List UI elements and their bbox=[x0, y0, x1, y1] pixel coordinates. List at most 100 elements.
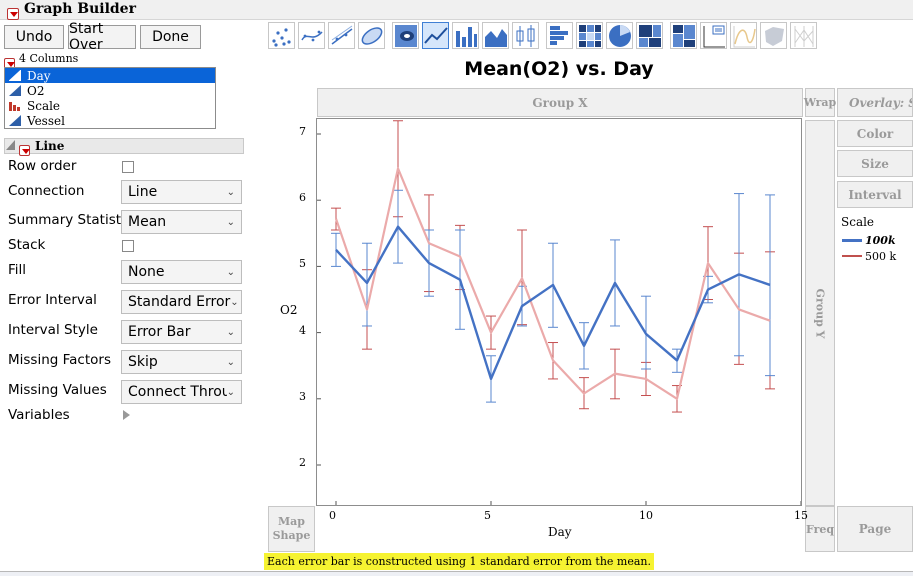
chevron-down-icon: ⌄ bbox=[226, 356, 235, 368]
bar-icon-glyph bbox=[456, 27, 477, 47]
variables-label: Variables bbox=[8, 407, 70, 423]
box-plot-icon-glyph bbox=[516, 25, 535, 47]
x-tick-label: 0 bbox=[329, 509, 336, 522]
x-tick-label: 10 bbox=[639, 509, 653, 522]
formula-icon[interactable] bbox=[730, 22, 757, 49]
map-shape-zone[interactable]: Map Shape bbox=[268, 506, 315, 552]
nominal-icon bbox=[9, 102, 20, 111]
chevron-down-icon: ⌄ bbox=[226, 266, 235, 278]
heatmap-icon-glyph bbox=[579, 25, 601, 47]
error-interval-select[interactable]: Standard Error ⌄ bbox=[121, 290, 242, 314]
column-item-day[interactable]: Day bbox=[5, 68, 215, 83]
page-zone[interactable]: Page bbox=[837, 506, 913, 552]
y-tick-label: 5 bbox=[299, 257, 306, 271]
variables-disclosure-icon[interactable] bbox=[123, 410, 130, 420]
column-item-vessel[interactable]: Vessel bbox=[5, 113, 215, 128]
missing-values-select[interactable]: Connect Through⌄ bbox=[121, 380, 242, 404]
title-bar: Graph Builder bbox=[0, 0, 913, 20]
chart-title: Mean(O2) vs. Day bbox=[464, 58, 654, 80]
footnote: Each error bar is constructed using 1 st… bbox=[264, 553, 654, 570]
missing-factors-select[interactable]: Skip ⌄ bbox=[121, 350, 242, 374]
fill-label: Fill bbox=[8, 262, 27, 278]
chevron-down-icon: ⌄ bbox=[226, 186, 235, 198]
points-icon[interactable] bbox=[268, 22, 295, 49]
legend-item-100k[interactable]: 100k bbox=[842, 233, 912, 247]
treemap-icon-glyph bbox=[639, 25, 661, 47]
pie-icon[interactable] bbox=[606, 22, 633, 49]
chevron-down-icon: ⌄ bbox=[230, 296, 239, 308]
continuous-icon bbox=[9, 85, 21, 96]
legend-swatch bbox=[842, 255, 862, 257]
parallel-icon-glyph bbox=[794, 26, 814, 47]
start-over-button[interactable]: Start Over bbox=[68, 21, 136, 53]
heatmap-icon[interactable] bbox=[576, 22, 603, 49]
plot-svg bbox=[317, 120, 801, 505]
done-button[interactable]: Done bbox=[140, 25, 201, 49]
fill-select[interactable]: None ⌄ bbox=[121, 260, 242, 284]
legend-item-500k[interactable]: 500 k bbox=[842, 249, 912, 263]
histogram-icon[interactable] bbox=[546, 22, 573, 49]
connection-select[interactable]: Line ⌄ bbox=[121, 180, 242, 204]
line-of-fit-icon[interactable] bbox=[328, 22, 355, 49]
line-of-fit-icon-glyph bbox=[331, 25, 353, 45]
x-tick-label: 15 bbox=[794, 509, 808, 522]
window-title: Graph Builder bbox=[24, 1, 136, 17]
column-item-scale[interactable]: Scale bbox=[5, 98, 215, 113]
overlay-zone[interactable]: Overlay: Scale bbox=[837, 88, 913, 117]
plot-area[interactable] bbox=[316, 118, 802, 506]
y-tick-label: 2 bbox=[299, 456, 306, 469]
bar-icon[interactable] bbox=[452, 22, 479, 49]
row-order-checkbox[interactable] bbox=[122, 161, 134, 173]
line-menu-icon[interactable] bbox=[19, 145, 30, 156]
caption-box-icon[interactable] bbox=[700, 22, 727, 49]
ellipse-icon-glyph bbox=[361, 27, 383, 45]
y-tick-label: 6 bbox=[299, 191, 306, 205]
y-axis: 2 3 4 5 6 7 bbox=[294, 118, 314, 506]
treemap-icon[interactable] bbox=[636, 22, 663, 49]
connection-label: Connection bbox=[8, 183, 85, 199]
continuous-icon bbox=[9, 115, 21, 126]
contour-icon[interactable] bbox=[392, 22, 419, 49]
summary-statistic-select[interactable]: Mean ⌄ bbox=[121, 210, 242, 234]
wrap-zone[interactable]: Wrap bbox=[804, 88, 836, 117]
continuous-icon bbox=[9, 70, 21, 81]
column-item-o2[interactable]: O2 bbox=[5, 83, 215, 98]
interval-style-label: Interval Style bbox=[8, 322, 98, 338]
histogram-icon-glyph bbox=[550, 26, 568, 45]
undo-button[interactable]: Undo bbox=[4, 25, 64, 49]
group-y-zone[interactable]: Group Y bbox=[805, 120, 835, 506]
size-zone[interactable]: Size bbox=[837, 150, 913, 177]
area-icon[interactable] bbox=[482, 22, 509, 49]
parallel-icon[interactable] bbox=[790, 22, 817, 49]
mosaic-icon[interactable] bbox=[670, 22, 697, 49]
column-list[interactable]: Day O2 Scale Vessel bbox=[4, 67, 216, 129]
caption-box-icon-glyph bbox=[703, 25, 725, 48]
formula-icon-glyph bbox=[733, 26, 756, 48]
interval-style-select[interactable]: Error Bar ⌄ bbox=[121, 320, 242, 344]
line-icon[interactable] bbox=[422, 22, 449, 49]
pie-icon-glyph bbox=[609, 25, 631, 47]
map-shape-icon[interactable] bbox=[760, 22, 787, 49]
disclosure-icon[interactable] bbox=[6, 140, 15, 150]
y-tick-label: 3 bbox=[299, 389, 306, 403]
y-tick-label: 4 bbox=[299, 323, 306, 337]
box-plot-icon[interactable] bbox=[512, 22, 539, 49]
status-bar bbox=[0, 571, 913, 576]
mosaic-icon-glyph bbox=[673, 25, 695, 47]
stack-checkbox[interactable] bbox=[122, 240, 134, 252]
x-axis: 0 5 10 15 bbox=[316, 509, 816, 525]
points-icon-glyph bbox=[272, 28, 291, 47]
color-zone[interactable]: Color bbox=[837, 120, 913, 147]
line-icon-glyph bbox=[424, 27, 448, 44]
summary-statistic-label: Summary Statistic bbox=[8, 212, 133, 228]
row-order-label: Row order bbox=[8, 158, 77, 174]
y-tick-label: 7 bbox=[299, 125, 306, 138]
smoother-icon-glyph bbox=[301, 30, 323, 42]
ellipse-icon[interactable] bbox=[358, 22, 385, 49]
smoother-icon[interactable] bbox=[298, 22, 325, 49]
interval-zone[interactable]: Interval bbox=[837, 181, 913, 208]
area-icon-glyph bbox=[485, 29, 507, 47]
group-x-zone[interactable]: Group X bbox=[317, 88, 803, 117]
x-axis-label: Day bbox=[548, 525, 572, 539]
red-triangle-menu-icon[interactable] bbox=[7, 7, 19, 20]
